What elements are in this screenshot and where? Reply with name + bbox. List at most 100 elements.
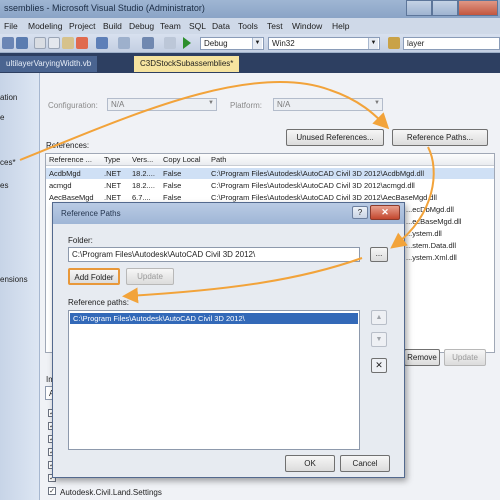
cancel-button[interactable]: Cancel: [340, 455, 390, 472]
namespace-item: Autodesk.Civil.Land.Settings: [60, 488, 162, 497]
sidebar-item-application[interactable]: ation: [0, 93, 17, 102]
cell-copy-local: False: [163, 193, 182, 202]
move-up-button[interactable]: ▲: [371, 310, 387, 325]
add-folder-button[interactable]: Add Folder: [68, 268, 120, 285]
config-combo[interactable]: Debug ▼: [200, 37, 264, 50]
column-type[interactable]: Type: [104, 155, 120, 164]
platform-value: Win32: [272, 39, 295, 48]
column-reference-name[interactable]: Reference ...: [49, 155, 101, 164]
table-row[interactable]: AcdbMgd .NET 18.2.... False C:\Program F…: [46, 168, 494, 179]
dialog-title: Reference Paths: [61, 209, 121, 218]
tab-c3d-stock-subassemblies[interactable]: C3DStockSubassemblies*: [134, 56, 240, 72]
window-close-button[interactable]: [458, 0, 498, 16]
reference-paths-list[interactable]: C:\Program Files\Autodesk\AutoCAD Civil …: [68, 310, 360, 450]
arrow-down-icon: ▼: [375, 336, 383, 343]
menu-build[interactable]: Build: [103, 21, 122, 31]
menu-team[interactable]: Team: [160, 21, 181, 31]
chevron-down-icon: ▼: [252, 38, 262, 49]
arrow-up-icon: ▲: [375, 314, 383, 321]
reference-paths-button[interactable]: Reference Paths...: [392, 129, 488, 146]
cell-path: C:\Program Files\Autodesk\AutoCAD Civil …: [211, 169, 425, 178]
tab-multilayer-varying-width[interactable]: ultilayerVaryingWidth.vb: [0, 56, 98, 72]
menu-test[interactable]: Test: [267, 21, 283, 31]
folder-label: Folder:: [68, 236, 93, 245]
start-debugging-icon[interactable]: [183, 37, 191, 49]
update-reference-button[interactable]: Update: [444, 349, 486, 366]
folder-input[interactable]: C:\Program Files\Autodesk\AutoCAD Civil …: [68, 247, 360, 262]
config-value: Debug: [204, 39, 228, 48]
delete-icon: ✕: [375, 360, 383, 370]
search-value: layer: [407, 39, 425, 48]
reference-paths-dialog: Reference Paths ? ✕ Folder: C:\Program F…: [52, 202, 405, 478]
cut-icon[interactable]: [34, 37, 46, 49]
save-icon[interactable]: [2, 37, 14, 49]
dialog-close-button[interactable]: ✕: [370, 205, 400, 220]
reference-paths-label: Reference paths:: [68, 298, 129, 307]
menu-window[interactable]: Window: [292, 21, 322, 31]
remove-button[interactable]: Remove: [404, 349, 440, 366]
paste-icon[interactable]: [62, 37, 74, 49]
configuration-value: N/A: [111, 100, 125, 109]
sidebar-item-extensions[interactable]: ensions: [0, 275, 28, 284]
menu-sql[interactable]: SQL: [189, 21, 206, 31]
cell-name: AecBaseMgd: [49, 193, 94, 202]
configuration-dropdown[interactable]: N/A ▼: [107, 98, 217, 111]
cell-type: .NET: [104, 181, 122, 190]
menu-data[interactable]: Data: [212, 21, 230, 31]
sidebar-item-resources[interactable]: es: [0, 181, 8, 190]
cell-path: ...ecDbMgd.dll: [406, 205, 454, 214]
help-button[interactable]: ?: [352, 206, 368, 219]
search-input[interactable]: layer: [403, 37, 500, 50]
menu-modeling[interactable]: Modeling: [28, 21, 63, 31]
move-down-button[interactable]: ▼: [371, 332, 387, 347]
remove-path-button[interactable]: ✕: [371, 358, 387, 373]
cell-copy-local: False: [163, 169, 182, 178]
cell-path: ...ystem.Xml.dll: [406, 253, 457, 262]
configuration-label: Configuration:: [48, 101, 98, 110]
menu-tools[interactable]: Tools: [238, 21, 258, 31]
navigate-icon[interactable]: [142, 37, 154, 49]
undo-icon[interactable]: [96, 37, 108, 49]
menu-debug[interactable]: Debug: [129, 21, 154, 31]
delete-icon[interactable]: [76, 37, 88, 49]
cell-version: 18.2....: [132, 169, 155, 178]
minimize-button[interactable]: [406, 0, 432, 16]
ok-button[interactable]: OK: [285, 455, 335, 472]
cell-path: ...stem.Data.dll: [406, 241, 457, 250]
find-in-files-icon[interactable]: [388, 37, 400, 49]
namespace-checkbox[interactable]: ✓: [48, 487, 56, 495]
redo-icon[interactable]: [118, 37, 130, 49]
chevron-down-icon: ▼: [368, 38, 378, 49]
menu-file[interactable]: File: [4, 21, 18, 31]
designer-sidebar: ation e ces* es ensions: [0, 73, 40, 500]
column-copy-local[interactable]: Copy Local: [163, 155, 201, 164]
chevron-down-icon: ▼: [374, 100, 380, 106]
list-item[interactable]: C:\Program Files\Autodesk\AutoCAD Civil …: [70, 313, 358, 324]
window-title: ssemblies - Microsoft Visual Studio (Adm…: [4, 3, 205, 13]
grid-header: Reference ... Type Vers... Copy Local Pa…: [46, 154, 494, 166]
platform-combo[interactable]: Win32 ▼: [268, 37, 380, 50]
platform-value: N/A: [277, 100, 291, 109]
dialog-title-bar: Reference Paths ? ✕: [53, 203, 404, 224]
menu-help[interactable]: Help: [332, 21, 349, 31]
platform-label: Platform:: [230, 101, 263, 110]
save-all-icon[interactable]: [16, 37, 28, 49]
maximize-button[interactable]: [432, 0, 458, 16]
table-row[interactable]: acmgd .NET 18.2.... False C:\Program Fil…: [46, 180, 494, 191]
platform-dropdown[interactable]: N/A ▼: [273, 98, 383, 111]
browse-button[interactable]: ...: [370, 247, 388, 262]
title-bar: ssemblies - Microsoft Visual Studio (Adm…: [0, 0, 500, 18]
sidebar-item-references[interactable]: ces*: [0, 158, 16, 167]
chevron-down-icon: ▼: [208, 100, 214, 106]
unused-references-button[interactable]: Unused References...: [286, 129, 384, 146]
update-folder-button[interactable]: Update: [126, 268, 174, 285]
cell-version: 18.2....: [132, 181, 155, 190]
column-path[interactable]: Path: [211, 155, 226, 164]
find-icon[interactable]: [164, 37, 176, 49]
copy-icon[interactable]: [48, 37, 60, 49]
cell-path: C:\Program Files\Autodesk\AutoCAD Civil …: [211, 181, 415, 190]
column-version[interactable]: Vers...: [132, 155, 153, 164]
tab-label: ultilayerVaryingWidth.vb: [6, 59, 92, 68]
sidebar-item-compile[interactable]: e: [0, 113, 4, 122]
menu-project[interactable]: Project: [69, 21, 95, 31]
